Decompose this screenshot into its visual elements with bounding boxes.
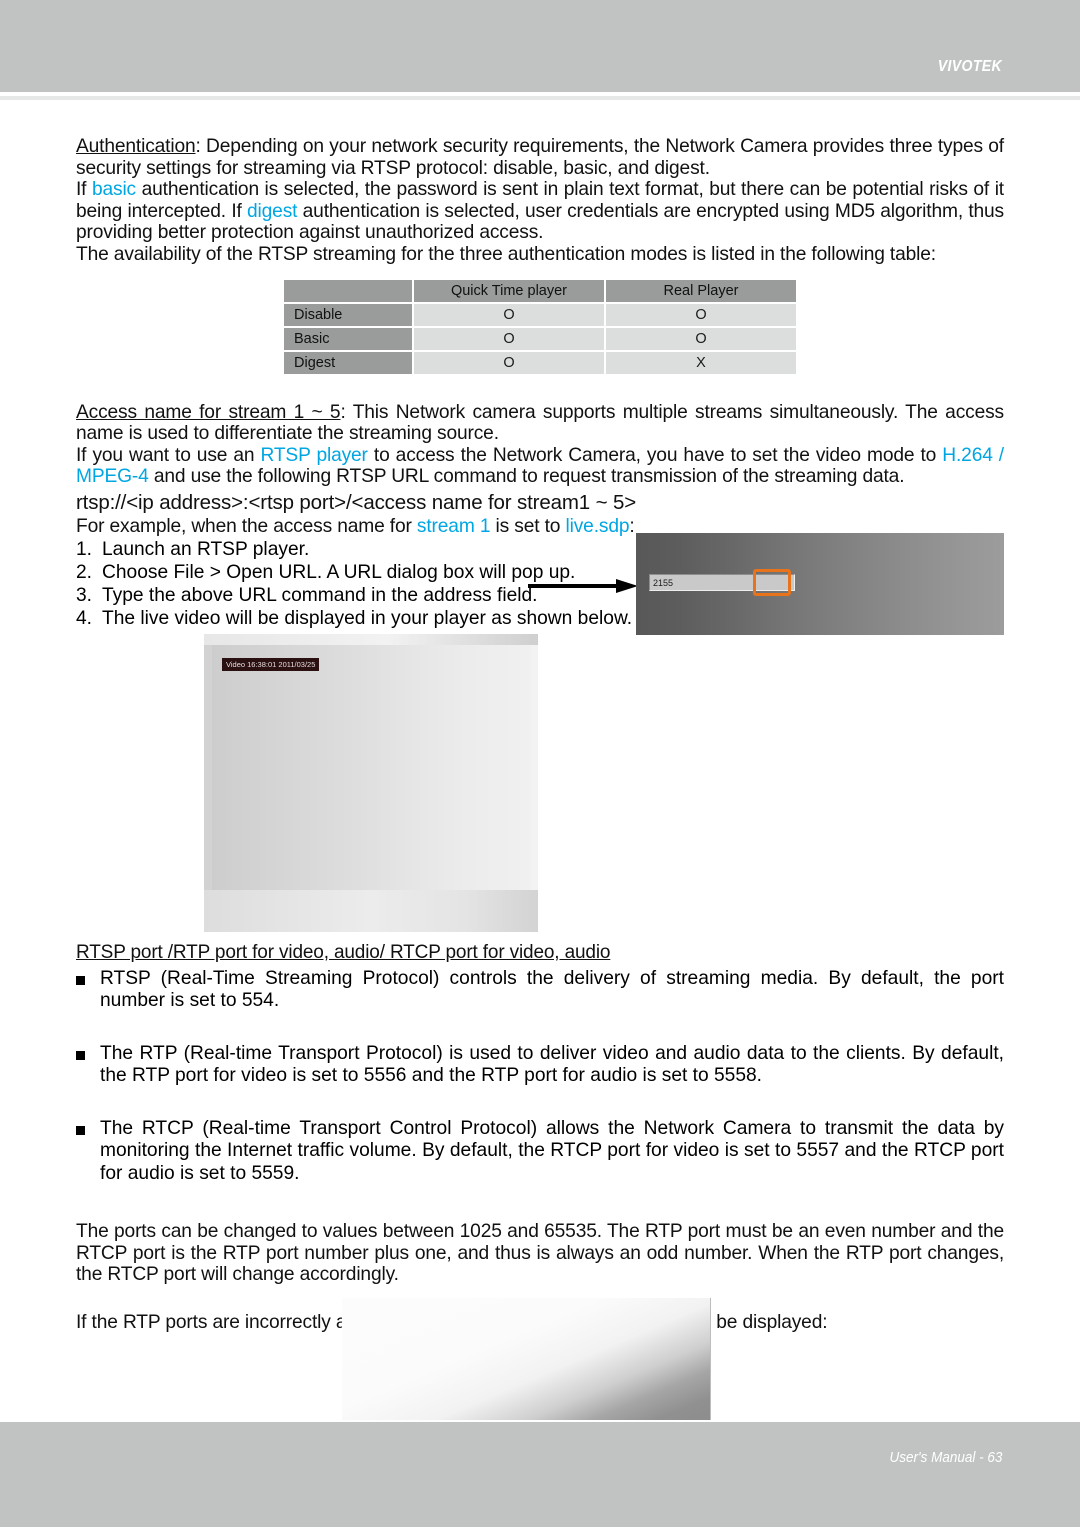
stream-keyword: stream 1 [416, 515, 491, 537]
bullet-text: The RTCP (Real-time Transport Control Pr… [100, 1117, 1004, 1184]
authentication-term: Authentication [76, 136, 196, 157]
access-name-paragraph: Access name for stream 1 ~ 5: This Netwo… [76, 402, 1004, 445]
step-number: 4. [76, 607, 93, 629]
vivotek-logo: VIVOTEK [937, 58, 1002, 75]
authentication-compatibility-table: Quick Time player Real Player Disable O … [282, 278, 798, 376]
port-range-paragraph: The ports can be changed to values betwe… [76, 1221, 1004, 1286]
rtsp-player-mid: to access the Network Camera, you have t… [367, 444, 943, 466]
rtsp-player-keyword: RTSP player [260, 444, 368, 466]
page-number-label: User's Manual - 63 [889, 1449, 1002, 1466]
list-item-step-4: 4. The live video will be displayed in yo… [76, 607, 636, 630]
step-number: 2. [76, 561, 93, 583]
header-divider-line [0, 96, 1080, 100]
list-item-rtp: The RTP (Real-time Transport Protocol) i… [76, 1043, 1004, 1088]
step-text: Type the above URL command in the addres… [102, 584, 538, 606]
arrow-shaft [528, 584, 620, 588]
rtsp-player-screenshot: Video 16:38:01 2011/03/25 [204, 634, 538, 932]
basic-keyword: basic [91, 179, 136, 201]
table-row: Digest O X [284, 351, 796, 374]
access-name-term: Access name for stream 1 ~ 5 [76, 401, 341, 423]
live-sdp-keyword: live.sdp [565, 515, 630, 537]
table-cell-digest-quicktime: O [414, 351, 604, 374]
authentication-paragraph-text: : Depending on your network security req… [76, 136, 1004, 179]
example-tail: : [629, 515, 635, 537]
table-cell-disable-realplayer: O [606, 303, 796, 326]
example-mid: is set to [490, 515, 566, 537]
rtsp-player-tail: and use the following RTSP URL command t… [148, 466, 905, 488]
table-column-header-realplayer: Real Player [606, 279, 796, 302]
ports-bullet-list: RTSP (Real-Time Streaming Protocol) cont… [76, 968, 1004, 1186]
table-row: Basic O O [284, 327, 796, 350]
table-row: Disable O O [284, 303, 796, 326]
video-timestamp-overlay: Video 16:38:01 2011/03/25 [222, 658, 320, 671]
bullet-text: RTSP (Real-Time Streaming Protocol) cont… [100, 967, 1004, 1012]
digest-keyword: digest [247, 200, 298, 222]
authentication-paragraph: Authentication: Depending on your networ… [76, 136, 1004, 179]
ports-section: RTSP port /RTP port for video, audio/ RT… [76, 942, 1004, 1333]
table-corner-cell [284, 279, 412, 302]
table-row-label-basic: Basic [284, 327, 412, 350]
step-number: 1. [76, 538, 93, 560]
player-video-area: Video 16:38:01 2011/03/25 [212, 645, 530, 890]
arrow-head [616, 579, 638, 593]
list-item-step-1: 1. Launch an RTSP player. [76, 538, 636, 561]
table-cell-disable-quicktime: O [414, 303, 604, 326]
url-dialog-screenshot: 2155 [636, 533, 1004, 635]
page-footer-bar [0, 1422, 1080, 1527]
pointer-arrow-icon [528, 579, 640, 593]
step-number: 3. [76, 584, 93, 606]
player-titlebar-area [204, 634, 538, 645]
basic-digest-lead: If [76, 179, 92, 201]
ports-section-heading: RTSP port /RTP port for video, audio/ RT… [76, 942, 611, 963]
table-intro-paragraph: The availability of the RTSP streaming f… [76, 243, 936, 265]
table-cell-basic-realplayer: O [606, 327, 796, 350]
basic-digest-paragraph: If basic authentication is selected, the… [76, 179, 1004, 244]
compatibility-table-wrapper: Quick Time player Real Player Disable O … [76, 278, 1004, 376]
table-row-label-disable: Disable [284, 303, 412, 326]
square-bullet-icon [76, 1125, 85, 1135]
table-header-row: Quick Time player Real Player [284, 279, 796, 302]
step-text: The live video will be displayed in your… [102, 607, 633, 629]
orange-highlight-box [753, 569, 791, 596]
square-bullet-icon [76, 1050, 85, 1060]
example-lead: For example, when the access name for [76, 515, 417, 537]
player-controls-area [204, 890, 538, 932]
rtsp-url-command: rtsp://<ip address>:<rtsp port>/<access … [76, 490, 637, 514]
step-text: Choose File > Open URL. A URL dialog box… [102, 561, 576, 583]
bullet-text: The RTP (Real-time Transport Protocol) i… [100, 1042, 1004, 1087]
page-header-bar [0, 0, 1080, 92]
table-column-header-quicktime: Quick Time player [414, 279, 604, 302]
table-cell-digest-realplayer: X [606, 351, 796, 374]
table-cell-basic-quicktime: O [414, 327, 604, 350]
list-item-rtsp: RTSP (Real-Time Streaming Protocol) cont… [76, 968, 1004, 1013]
warning-dialog-screenshot [342, 1298, 711, 1420]
table-row-label-digest: Digest [284, 351, 412, 374]
list-item-rtcp: The RTCP (Real-time Transport Control Pr… [76, 1118, 1004, 1186]
square-bullet-icon [76, 975, 85, 985]
rtsp-player-lead: If you want to use an [76, 444, 261, 466]
rtsp-player-paragraph: If you want to use an RTSP player to acc… [76, 445, 1004, 488]
step-text: Launch an RTSP player. [102, 538, 310, 560]
